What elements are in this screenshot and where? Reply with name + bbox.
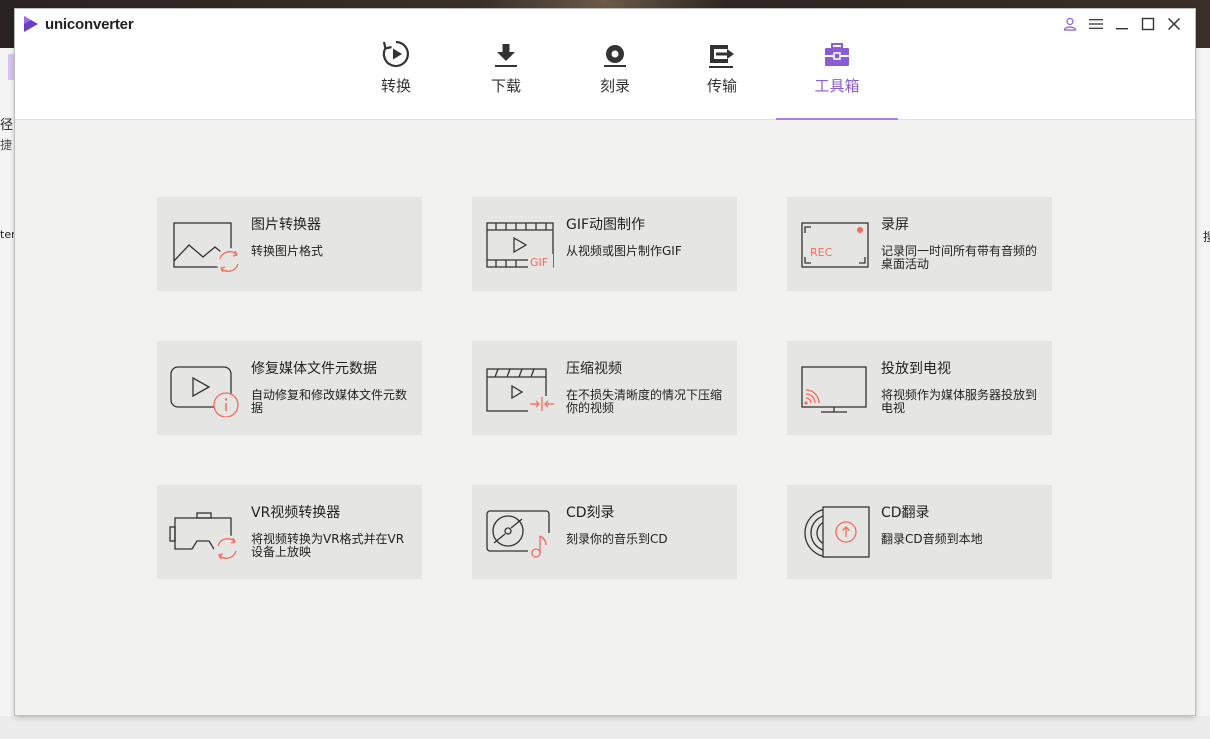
- tool-card-cast-to-tv[interactable]: 投放到电视 将视频作为媒体服务器投放到电视: [787, 341, 1052, 435]
- tool-description: 记录同一时间所有带有音频的桌面活动: [881, 244, 1038, 271]
- tool-description: 自动修复和修改媒体文件元数据: [251, 388, 408, 415]
- tab-toolbox[interactable]: 工具箱: [776, 39, 898, 120]
- user-icon[interactable]: [1057, 13, 1083, 35]
- menu-icon[interactable]: [1083, 13, 1109, 35]
- title-bar: uniconverter 转换 下载 刻录 传输 工具箱: [15, 9, 1195, 120]
- tab-label: 刻录: [599, 77, 630, 95]
- tool-title: 图片转换器: [251, 217, 321, 233]
- metadata-fix-icon: [169, 359, 241, 418]
- background-accent: [8, 54, 15, 80]
- tool-description: 在不损失清晰度的情况下压缩你的视频: [566, 388, 723, 415]
- tool-card-vr-converter[interactable]: VR视频转换器 将视频转换为VR格式并在VR设备上放映: [157, 485, 422, 579]
- tool-card-cd-ripper[interactable]: CD翻录 翻录CD音频到本地: [787, 485, 1052, 579]
- tool-title: VR视频转换器: [251, 505, 341, 521]
- tool-description: 翻录CD音频到本地: [881, 532, 983, 546]
- background-text: ter: [0, 228, 16, 241]
- gif-maker-icon: GIF: [484, 215, 556, 273]
- background-text: 径: [0, 118, 14, 133]
- cast-tv-icon: [799, 359, 871, 417]
- cd-rip-icon: [799, 503, 871, 561]
- tab-download[interactable]: 下载: [445, 39, 567, 119]
- background-text: 捷: [0, 138, 13, 152]
- tab-label: 转换: [380, 77, 411, 95]
- tab-transfer[interactable]: 传输: [661, 39, 783, 119]
- svg-text:GIF: GIF: [530, 256, 548, 269]
- compress-video-icon: [484, 359, 556, 417]
- vr-convert-icon: [169, 503, 241, 561]
- tool-title: 录屏: [881, 217, 909, 233]
- window-controls: [1057, 13, 1187, 35]
- tool-description: 转换图片格式: [251, 244, 324, 258]
- burn-disc-icon: [602, 39, 628, 69]
- convert-icon: [381, 39, 411, 69]
- cd-burn-icon: [484, 503, 556, 561]
- background-window-left-edge: 径 捷 ter: [0, 48, 16, 739]
- tool-title: CD刻录: [566, 505, 615, 521]
- minimize-icon[interactable]: [1109, 13, 1135, 35]
- tool-card-cd-burner[interactable]: CD刻录 刻录你的音乐到CD: [472, 485, 737, 579]
- tool-title: CD翻录: [881, 505, 930, 521]
- image-convert-icon: [169, 215, 242, 274]
- tool-description: 从视频或图片制作GIF: [566, 244, 682, 258]
- screen-record-icon: REC: [799, 215, 871, 273]
- tool-card-fix-metadata[interactable]: 修复媒体文件元数据 自动修复和修改媒体文件元数据: [157, 341, 422, 435]
- transfer-icon: [707, 39, 737, 69]
- background-text: 搜: [1203, 230, 1210, 244]
- tool-card-image-converter[interactable]: 图片转换器 转换图片格式: [157, 197, 422, 291]
- maximize-icon[interactable]: [1135, 13, 1161, 35]
- tab-label: 传输: [706, 77, 737, 95]
- tool-card-compress-video[interactable]: 压缩视频 在不损失清晰度的情况下压缩你的视频: [472, 341, 737, 435]
- main-nav: 转换 下载 刻录 传输 工具箱: [15, 9, 1195, 120]
- tool-title: 压缩视频: [566, 361, 622, 377]
- toolbox-icon: [823, 39, 851, 69]
- tool-card-gif-maker[interactable]: GIF GIF动图制作 从视频或图片制作GIF: [472, 197, 737, 291]
- tool-title: GIF动图制作: [566, 217, 646, 233]
- background-window-right-edge: 搜: [1195, 48, 1210, 739]
- tab-burn[interactable]: 刻录: [554, 39, 676, 119]
- close-icon[interactable]: [1161, 13, 1187, 35]
- tool-description: 将视频作为媒体服务器投放到电视: [881, 388, 1038, 415]
- svg-text:REC: REC: [810, 246, 833, 259]
- tool-title: 投放到电视: [881, 361, 951, 377]
- tool-card-screen-recorder[interactable]: REC 录屏 记录同一时间所有带有音频的桌面活动: [787, 197, 1052, 291]
- tool-description: 将视频转换为VR格式并在VR设备上放映: [251, 532, 405, 559]
- tool-title: 修复媒体文件元数据: [251, 361, 377, 377]
- tab-convert[interactable]: 转换: [335, 39, 457, 119]
- tool-description: 刻录你的音乐到CD: [566, 532, 668, 546]
- tab-label: 下载: [490, 77, 521, 95]
- app-window: uniconverter 转换 下载 刻录 传输 工具箱 图片转换器 转换图片格…: [15, 9, 1195, 715]
- tab-label: 工具箱: [814, 77, 860, 95]
- desktop-bottom-strip: [0, 716, 1210, 739]
- download-icon: [493, 39, 519, 69]
